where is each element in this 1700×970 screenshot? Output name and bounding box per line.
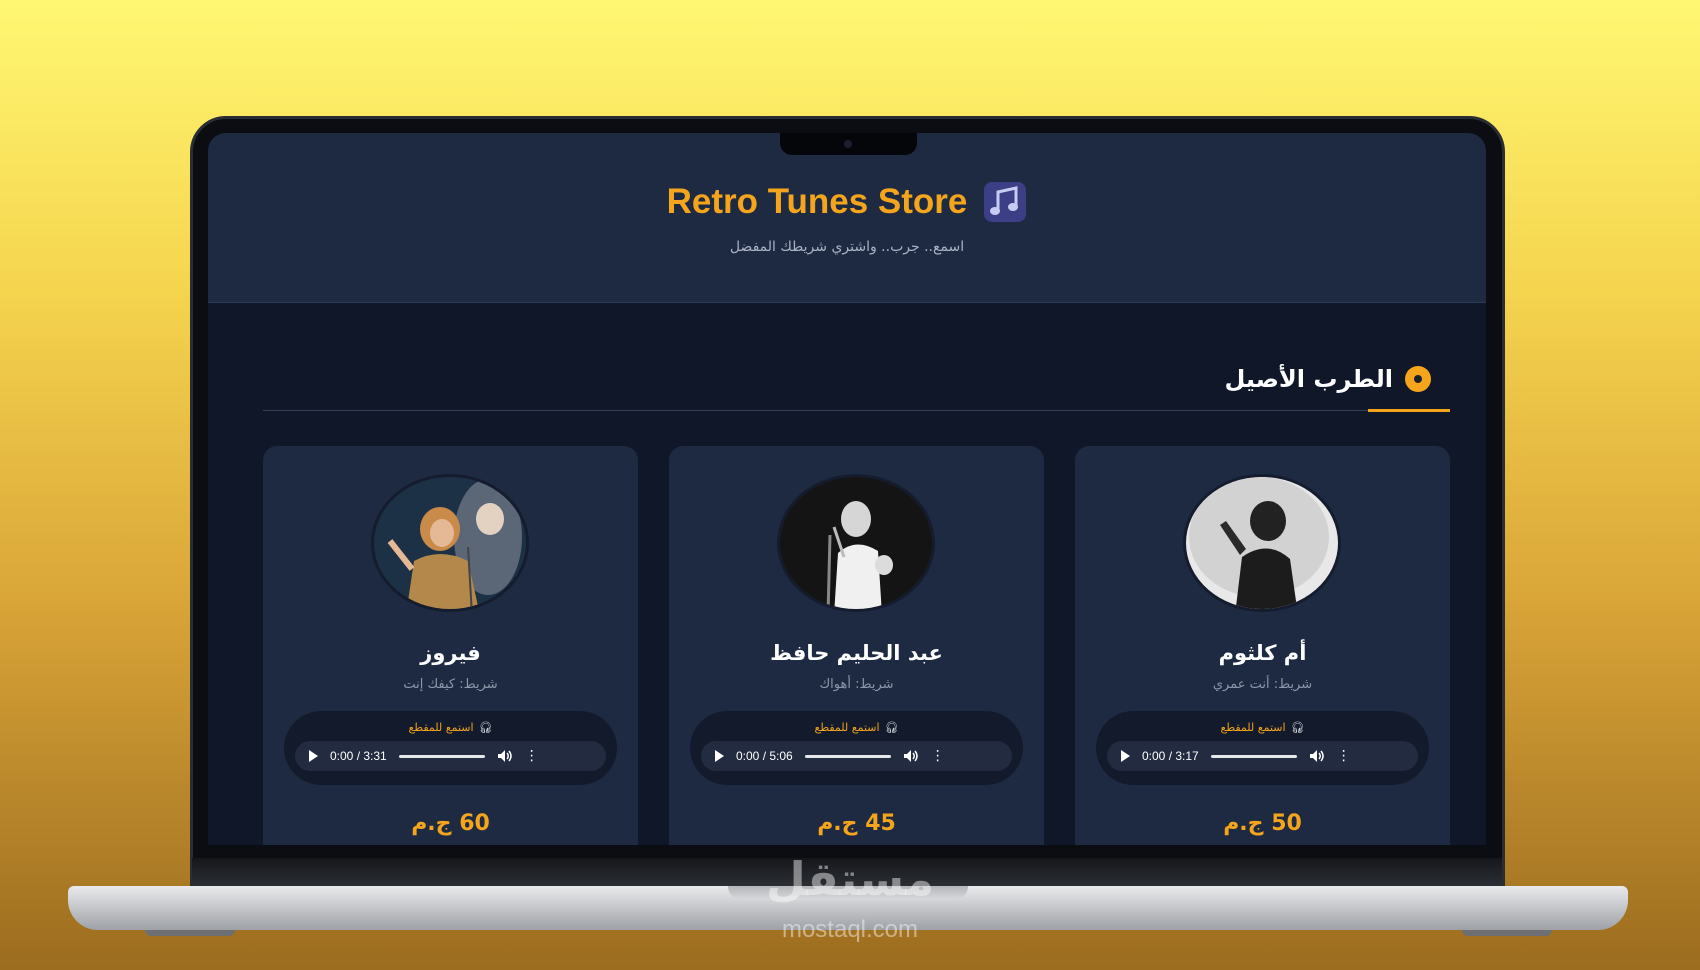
volume-icon[interactable]: [497, 749, 513, 763]
site-tagline: اسمع.. جرب.. واشتري شريطك المفضل: [729, 239, 965, 255]
camera-icon: [844, 140, 852, 148]
screen: Retro Tunes Store اسمع.. جرب.. واشتري شر…: [208, 133, 1486, 845]
seek-bar[interactable]: [398, 754, 485, 758]
audio-controls: 0:00 / 5:06 ⋮: [701, 741, 1012, 771]
product-card: فيروز شريط: كيفك إنت 🎧︎ استمع للمقطع 0:0…: [263, 446, 638, 845]
audio-player: 🎧︎ استمع للمقطع 0:00 / 3:31 ⋮: [284, 711, 617, 785]
headphones-icon: 🎧︎: [1290, 721, 1305, 734]
artist-name: أم كلثوم: [1218, 641, 1307, 665]
headphones-icon: 🎧︎: [884, 721, 899, 734]
brand-row: Retro Tunes Store: [208, 181, 1486, 223]
laptop-foot: [1462, 930, 1552, 936]
play-icon[interactable]: [1121, 750, 1130, 762]
disc-icon: [1405, 366, 1431, 392]
camera-notch: [780, 133, 917, 155]
seek-bar[interactable]: [1210, 754, 1297, 758]
album-name: شريط: أهواك: [819, 677, 894, 692]
music-note-icon: [983, 181, 1027, 223]
artist-name: عبد الحليم حافظ: [770, 641, 943, 665]
artist-photo: [777, 474, 935, 612]
section-divider: [263, 410, 1450, 411]
product-card: عبد الحليم حافظ شريط: أهواك 🎧︎ استمع للم…: [669, 446, 1044, 845]
more-options-icon[interactable]: ⋮: [525, 749, 539, 763]
audio-player: 🎧︎ استمع للمقطع 0:00 / 5:06 ⋮: [690, 711, 1023, 785]
headphones-icon: 🎧︎: [478, 721, 493, 734]
section-divider-accent: [1368, 409, 1450, 412]
play-icon[interactable]: [309, 750, 318, 762]
audio-controls: 0:00 / 3:31 ⋮: [295, 741, 606, 771]
listen-label: 🎧︎ استمع للمقطع: [284, 721, 617, 734]
price: 60 ج.م: [411, 811, 490, 836]
seek-bar[interactable]: [804, 754, 891, 758]
listen-label: 🎧︎ استمع للمقطع: [1096, 721, 1429, 734]
watermark-logo: مستقل: [765, 852, 935, 906]
price: 45 ج.م: [817, 811, 896, 836]
time-display: 0:00 / 3:31: [330, 749, 387, 763]
artist-photo: [1183, 474, 1341, 612]
more-options-icon[interactable]: ⋮: [931, 749, 945, 763]
site-header: Retro Tunes Store اسمع.. جرب.. واشتري شر…: [208, 133, 1486, 303]
listen-label: 🎧︎ استمع للمقطع: [690, 721, 1023, 734]
audio-controls: 0:00 / 3:17 ⋮: [1107, 741, 1418, 771]
album-name: شريط: أنت عمري: [1212, 677, 1313, 692]
audio-player: 🎧︎ استمع للمقطع 0:00 / 3:17 ⋮: [1096, 711, 1429, 785]
listen-text: استمع للمقطع: [814, 721, 880, 734]
price: 50 ج.م: [1223, 811, 1302, 836]
watermark-url: mostaql.com: [781, 916, 919, 943]
volume-icon[interactable]: [903, 749, 919, 763]
volume-icon[interactable]: [1309, 749, 1325, 763]
product-card: أم كلثوم شريط: أنت عمري 🎧︎ استمع للمقطع …: [1075, 446, 1450, 845]
product-cards: أم كلثوم شريط: أنت عمري 🎧︎ استمع للمقطع …: [263, 446, 1450, 845]
listen-text: استمع للمقطع: [1220, 721, 1286, 734]
play-icon[interactable]: [715, 750, 724, 762]
laptop-foot: [145, 930, 235, 936]
time-display: 0:00 / 3:17: [1142, 749, 1199, 763]
album-name: شريط: كيفك إنت: [403, 677, 498, 692]
section-title: الطرب الأصيل: [1224, 365, 1393, 393]
site-title: Retro Tunes Store: [666, 182, 968, 221]
listen-text: استمع للمقطع: [408, 721, 474, 734]
section-heading: الطرب الأصيل: [1224, 365, 1431, 393]
artist-photo: [371, 474, 529, 612]
more-options-icon[interactable]: ⋮: [1337, 749, 1351, 763]
artist-name: فيروز: [420, 641, 481, 665]
time-display: 0:00 / 5:06: [736, 749, 793, 763]
